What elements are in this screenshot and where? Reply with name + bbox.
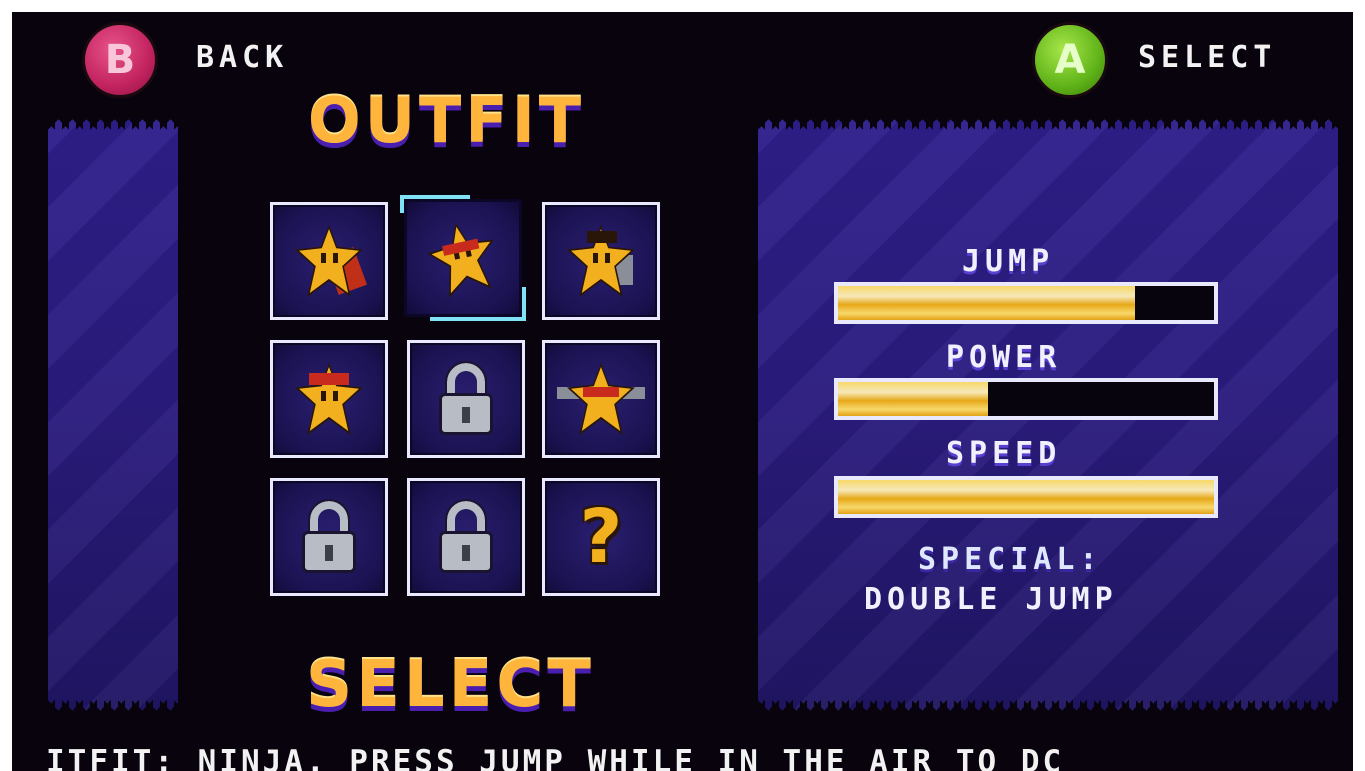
outfit-slot-locked[interactable] bbox=[270, 478, 388, 596]
select-title: SELECT bbox=[306, 648, 595, 722]
game-screen: B BACK A SELECT OUTFIT ? SELECT JUMP POW… bbox=[12, 12, 1353, 771]
caped-star-icon bbox=[289, 221, 369, 301]
lock-icon bbox=[299, 497, 359, 577]
speed-stat-bar bbox=[834, 476, 1218, 518]
masked-star-icon bbox=[557, 359, 645, 439]
jump-stat-bar bbox=[834, 282, 1218, 324]
lock-icon bbox=[436, 359, 496, 439]
speed-stat-fill bbox=[838, 480, 1214, 514]
power-stat-label: POWER bbox=[946, 340, 1062, 375]
question-mark-icon: ? bbox=[579, 494, 623, 580]
power-stat-fill bbox=[838, 382, 989, 416]
outfit-slot-bandana[interactable] bbox=[270, 340, 388, 458]
panel-spikes-top bbox=[758, 100, 1338, 146]
select-label[interactable]: SELECT bbox=[1138, 40, 1276, 75]
a-button-icon[interactable]: A bbox=[1032, 22, 1108, 98]
outfit-slot-jetpack[interactable] bbox=[542, 202, 660, 320]
outfit-slot-locked[interactable] bbox=[407, 340, 525, 458]
special-value: DOUBLE JUMP bbox=[864, 582, 1118, 617]
lock-icon bbox=[436, 497, 496, 577]
outfit-slot-ninja[interactable] bbox=[404, 199, 522, 317]
left-decor-panel bbox=[48, 100, 178, 730]
outfit-slot-mystery[interactable]: ? bbox=[542, 478, 660, 596]
panel-spikes-bottom bbox=[758, 684, 1338, 730]
b-button-icon[interactable]: B bbox=[82, 22, 158, 98]
description-ticker: ITFIT: NINJA. PRESS JUMP WHILE IN THE AI… bbox=[46, 744, 1065, 771]
back-label[interactable]: BACK bbox=[196, 40, 288, 75]
outfit-slot-caped[interactable] bbox=[270, 202, 388, 320]
jump-stat-label: JUMP bbox=[962, 244, 1055, 279]
panel-spikes-top bbox=[48, 100, 178, 146]
panel-spikes-bottom bbox=[48, 684, 178, 730]
special-label: SPECIAL: bbox=[918, 542, 1103, 577]
power-stat-bar bbox=[834, 378, 1218, 420]
jump-stat-fill bbox=[838, 286, 1136, 320]
bandana-star-icon bbox=[289, 359, 369, 439]
outfit-title: OUTFIT bbox=[308, 84, 586, 157]
outfit-slot-locked[interactable] bbox=[407, 478, 525, 596]
outfit-slot-masked[interactable] bbox=[542, 340, 660, 458]
jetpack-star-icon bbox=[561, 221, 641, 301]
speed-stat-label: SPEED bbox=[946, 436, 1062, 471]
ninja-star-icon bbox=[416, 211, 511, 306]
